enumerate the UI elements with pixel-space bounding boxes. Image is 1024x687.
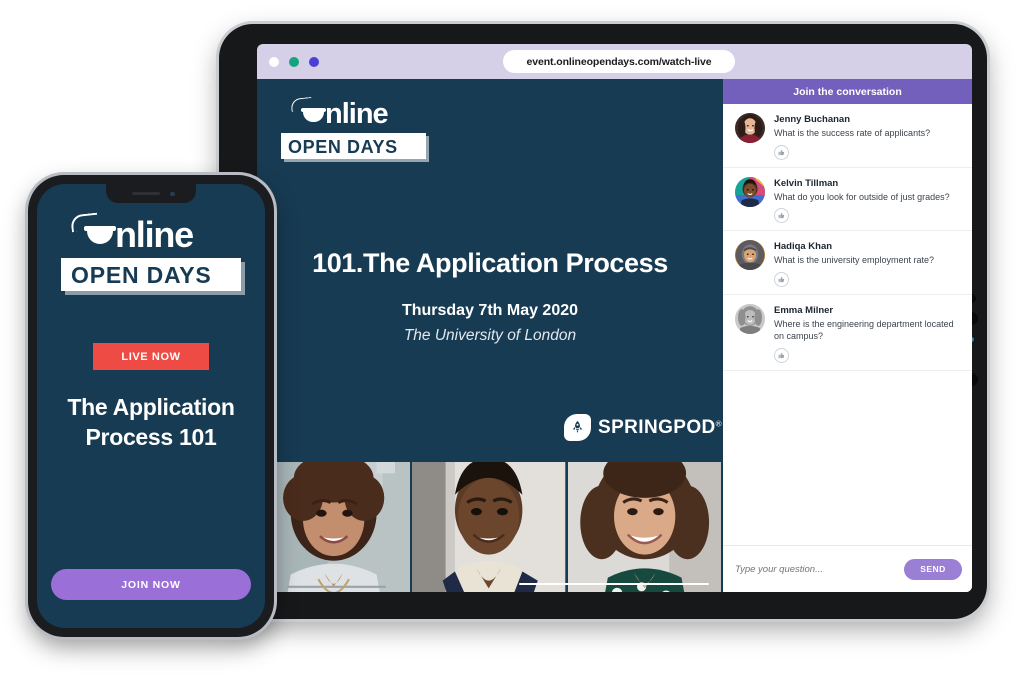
avatar-image-1	[735, 113, 765, 143]
avatar	[735, 303, 765, 334]
list-item[interactable]: Emma Milner Where is the engineering dep…	[723, 295, 972, 371]
online-open-days-logo: nline OPEN DAYS	[281, 96, 426, 159]
logo-wordmark-top: nline	[281, 96, 426, 132]
logo-banner: OPEN DAYS	[61, 258, 241, 291]
thumbs-up-glyph	[778, 212, 785, 219]
chat-panel: Join the conversation Jenny Buchanan Wha…	[723, 79, 972, 592]
video-tile[interactable]	[567, 462, 723, 592]
chat-header-title: Join the conversation	[793, 85, 902, 98]
close-window-icon[interactable]	[269, 57, 279, 67]
springpod-wordmark: SPRINGPOD®	[598, 417, 722, 439]
springpod-name: SPRINGPOD	[598, 416, 716, 438]
message-body: Emma Milner Where is the engineering dep…	[774, 304, 960, 363]
phone-device: nline OPEN DAYS LIVE NOW The Application…	[28, 175, 274, 637]
avatar-image-4	[735, 303, 765, 334]
chat-panel-header: Join the conversation	[723, 79, 972, 104]
url-text: event.onlineopendays.com/watch-live	[526, 55, 712, 68]
message-text: What is the success rate of applicants?	[774, 128, 931, 138]
avatar-image-3	[735, 240, 765, 270]
speaker-grille-icon	[132, 192, 160, 195]
avatar	[735, 113, 765, 143]
avatar	[735, 240, 765, 270]
front-camera-icon	[170, 191, 175, 196]
status-badge: LIVE NOW	[93, 343, 209, 370]
message-author: Kelvin Tillman	[774, 177, 839, 189]
thumbs-up-icon[interactable]	[774, 347, 789, 363]
springpod-badge	[564, 414, 591, 441]
message-author: Emma Milner	[774, 304, 834, 316]
list-item[interactable]: Kelvin Tillman What do you look for outs…	[723, 168, 972, 231]
message-body: Kelvin Tillman What do you look for outs…	[774, 177, 960, 223]
live-badge-label: LIVE NOW	[121, 350, 181, 363]
phone-screen: nline OPEN DAYS LIVE NOW The Application…	[37, 184, 265, 628]
minimize-window-icon[interactable]	[289, 57, 299, 67]
rocket-icon	[573, 421, 582, 433]
logo-banner: OPEN DAYS	[281, 133, 426, 159]
message-author: Jenny Buchanan	[774, 114, 851, 125]
message-author: Hadiqa Khan	[774, 241, 833, 252]
participant-portrait-3	[567, 462, 721, 592]
maximize-window-icon[interactable]	[309, 57, 319, 67]
question-input[interactable]	[733, 562, 896, 576]
list-item[interactable]: Jenny Buchanan What is the success rate …	[723, 104, 972, 168]
live-stream-stage: nline OPEN DAYS 101.The Application Proc…	[257, 79, 723, 592]
logo-text-open-days: OPEN DAYS	[71, 262, 212, 288]
thumbs-up-glyph	[778, 352, 785, 358]
slide-date: Thursday 7th May 2020	[401, 302, 579, 319]
chat-message-list[interactable]: Jenny Buchanan What is the success rate …	[723, 104, 972, 545]
video-tile[interactable]	[412, 462, 568, 592]
participant-portrait-1	[257, 462, 411, 592]
graduation-cap-base-icon	[303, 111, 324, 122]
thumbs-up-glyph	[778, 276, 785, 282]
registered-trademark-icon: ®	[715, 419, 722, 429]
thumbs-up-glyph	[778, 149, 785, 155]
slide-title: 101.The Application Process	[312, 248, 668, 278]
list-item[interactable]: Hadiqa Khan What is the university emplo…	[723, 231, 972, 295]
online-open-days-logo: nline OPEN DAYS	[61, 212, 241, 291]
browser-chrome: event.onlineopendays.com/watch-live	[257, 44, 972, 79]
avatar	[735, 176, 765, 207]
thumbs-up-icon[interactable]	[774, 144, 789, 160]
message-body: Hadiqa Khan What is the university emplo…	[774, 240, 960, 287]
avatar-image-2	[735, 176, 765, 207]
join-now-button[interactable]: JOIN NOW	[51, 569, 251, 600]
thumbs-up-icon[interactable]	[774, 271, 789, 287]
logo-text-online: nline	[325, 98, 389, 130]
slide-institution: The University of London	[403, 327, 577, 344]
graduation-cap-base-icon	[87, 230, 113, 244]
tablet-screen: event.onlineopendays.com/watch-live nlin…	[257, 44, 972, 592]
tablet-device: event.onlineopendays.com/watch-live nlin…	[219, 24, 987, 619]
chat-composer: SEND	[723, 545, 972, 592]
phone-notch	[106, 184, 196, 203]
phone-session-title: The Application Process 101	[67, 394, 235, 450]
video-progress-bar[interactable]	[519, 582, 709, 585]
video-tile[interactable]	[257, 462, 413, 592]
message-text: What do you look for outside of just gra…	[774, 191, 950, 202]
thumbs-up-icon[interactable]	[774, 208, 789, 223]
message-text: Where is the engineering department loca…	[774, 318, 954, 342]
logo-text-open-days: OPEN DAYS	[288, 137, 398, 157]
send-button[interactable]: SEND	[904, 558, 962, 580]
video-tile-strip	[257, 462, 723, 592]
springpod-logo: SPRINGPOD®	[564, 414, 722, 441]
message-body: Jenny Buchanan What is the success rate …	[774, 113, 960, 160]
message-text: What is the university employment rate?	[774, 255, 935, 265]
address-bar[interactable]: event.onlineopendays.com/watch-live	[503, 50, 735, 73]
logo-text-online: nline	[115, 214, 194, 255]
logo-wordmark-top: nline	[61, 212, 241, 256]
participant-portrait-2	[412, 462, 566, 592]
